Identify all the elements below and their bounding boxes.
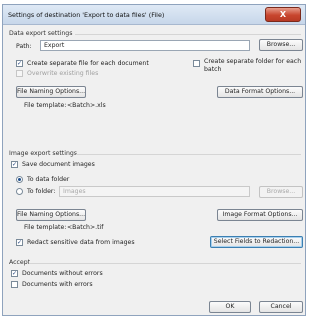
image-folder-input[interactable]: Images — [59, 186, 250, 197]
settings-dialog: Settings of destination 'Export to data … — [2, 4, 306, 316]
to-data-folder-radio[interactable] — [16, 176, 23, 183]
create-separate-folder-label: Create separate folder for each batch — [204, 58, 302, 73]
section-divider — [76, 154, 301, 155]
data-format-options-button[interactable]: Data Format Options... — [217, 86, 303, 98]
accept-section-label: Accept — [9, 259, 31, 266]
overwrite-existing-label: Overwrite existing files — [27, 70, 99, 77]
image-file-naming-options-button[interactable]: File Naming Options... — [16, 209, 86, 221]
redact-sensitive-data-checkbox[interactable]: ✓ — [16, 239, 23, 246]
cancel-button[interactable]: Cancel — [259, 301, 303, 313]
section-divider — [29, 263, 301, 264]
create-separate-folder-checkbox[interactable] — [193, 60, 200, 67]
data-file-naming-options-button[interactable]: File Naming Options... — [16, 86, 86, 98]
redact-sensitive-data-label: Redact sensitive data from images — [27, 239, 135, 246]
path-input[interactable]: Export — [40, 40, 250, 51]
to-data-folder-label: To data folder — [27, 176, 70, 183]
data-file-template-label: File template: — [24, 102, 67, 109]
image-file-template-label: File template: — [24, 224, 67, 231]
image-export-section-label: Image export settings — [9, 150, 78, 157]
to-folder-label: To folder: — [27, 188, 56, 195]
image-folder-browse-button[interactable]: Browse... — [259, 186, 303, 198]
overwrite-existing-checkbox[interactable] — [16, 70, 23, 77]
image-file-template-value: <Batch>.tif — [67, 224, 104, 231]
section-divider — [75, 34, 301, 35]
ok-button[interactable]: OK — [209, 301, 251, 313]
documents-without-errors-label: Documents without errors — [22, 270, 103, 277]
documents-without-errors-checkbox[interactable]: ✓ — [11, 270, 18, 277]
title-bar[interactable]: Settings of destination 'Export to data … — [3, 5, 305, 25]
to-folder-radio[interactable] — [16, 188, 23, 195]
documents-with-errors-label: Documents with errors — [22, 281, 93, 288]
image-format-options-button[interactable]: Image Format Options... — [217, 209, 303, 221]
path-label: Path: — [16, 43, 32, 50]
create-separate-file-label: Create separate file for each document — [27, 60, 149, 67]
data-export-section-label: Data export settings — [9, 30, 73, 37]
data-file-template-value: <Batch>.xls — [67, 102, 106, 109]
save-document-images-checkbox[interactable]: ✓ — [11, 161, 18, 168]
create-separate-file-checkbox[interactable]: ✓ — [16, 60, 23, 67]
dialog-title: Settings of destination 'Export to data … — [8, 11, 165, 19]
select-fields-to-redaction-button[interactable]: Select Fields to Redaction... — [210, 236, 303, 248]
path-browse-button[interactable]: Browse... — [259, 39, 303, 51]
close-button[interactable]: X — [265, 7, 301, 22]
save-document-images-label: Save document images — [22, 161, 95, 168]
documents-with-errors-checkbox[interactable] — [11, 281, 18, 288]
